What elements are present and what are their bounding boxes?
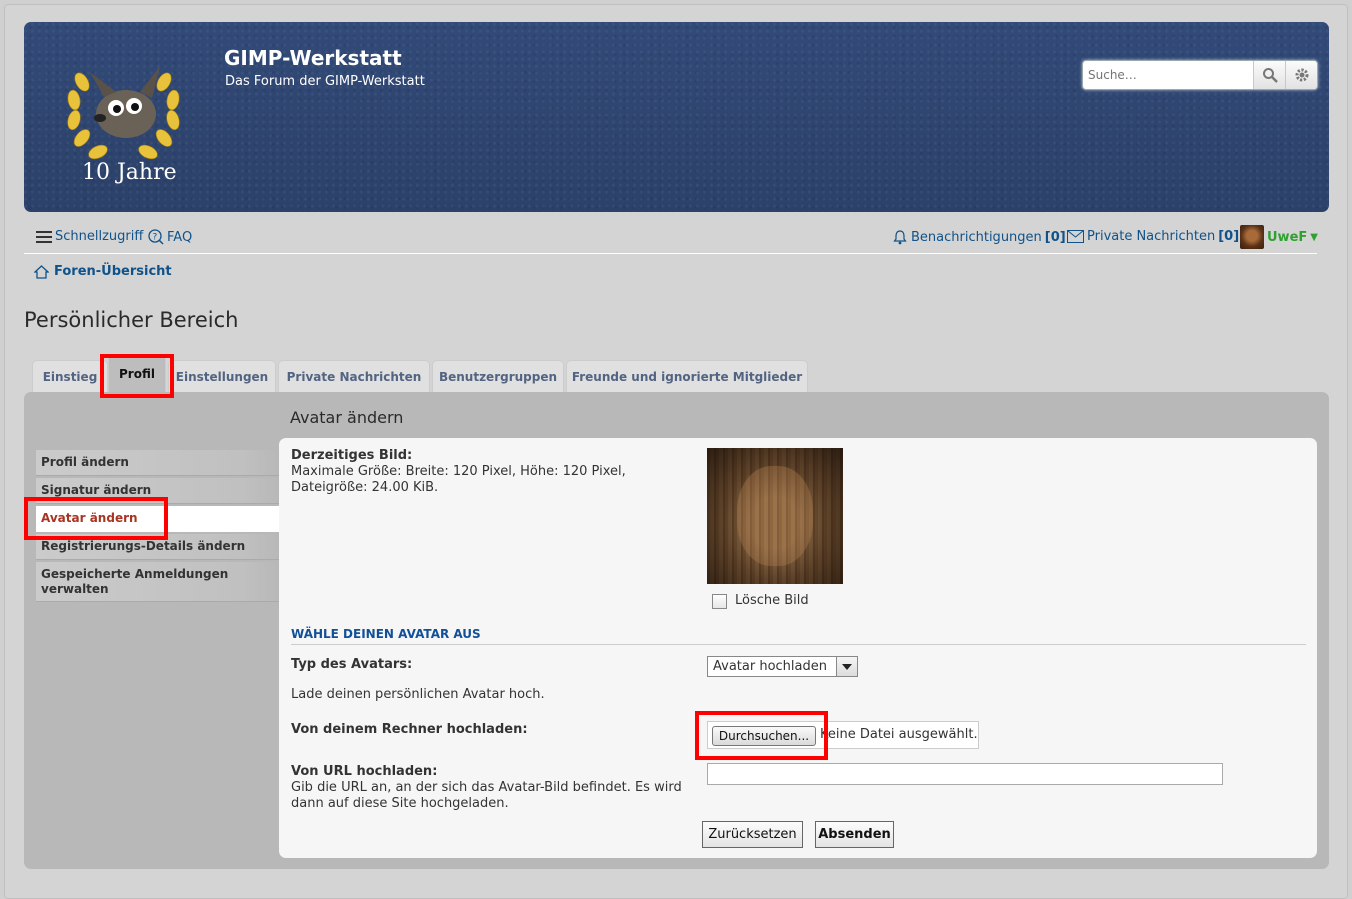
delete-avatar-label: Lösche Bild <box>735 593 809 608</box>
home-icon <box>34 264 49 279</box>
advanced-search-button[interactable] <box>1285 61 1317 89</box>
navbar: Schnellzugriff ? FAQ Benachrichtigungen … <box>24 222 1329 292</box>
tab-freunde[interactable]: Freunde und ignorierte Mitglieder <box>566 360 808 392</box>
delete-avatar-checkbox[interactable] <box>712 594 727 609</box>
browse-button[interactable]: Durchsuchen... <box>712 726 816 746</box>
tab-label: Freunde und ignorierte Mitglieder <box>571 369 803 384</box>
site-description: Das Forum der GIMP-Werkstatt <box>225 74 425 89</box>
breadcrumb: Foren-Übersicht <box>34 264 172 279</box>
tab-label: Profil <box>119 366 155 381</box>
quicklinks-menu[interactable]: Schnellzugriff <box>36 229 143 244</box>
sidebar-item-label: Signatur ändern <box>41 483 152 497</box>
chevron-down-icon <box>836 657 857 676</box>
notifications-label: Benachrichtigungen <box>911 229 1042 245</box>
url-upload-label: Von URL hochladen: <box>291 764 438 779</box>
avatar-type-select[interactable]: Avatar hochladen <box>707 656 858 677</box>
url-input[interactable] <box>707 763 1223 785</box>
tab-label: Einstieg <box>42 369 98 384</box>
private-messages-count: [0] <box>1218 229 1240 244</box>
avatar-type-label: Typ des Avatars: <box>291 657 413 672</box>
private-messages-label: Private Nachrichten <box>1087 229 1216 244</box>
faq-label: FAQ <box>167 229 193 245</box>
svg-text:?: ? <box>153 233 158 243</box>
avatar-face <box>737 466 813 566</box>
submit-button[interactable]: Absenden <box>815 821 894 848</box>
page-title: Persönlicher Bereich <box>24 308 239 332</box>
notifications-count: [0] <box>1044 229 1066 245</box>
username: UweF <box>1267 229 1308 245</box>
current-avatar-label: Derzeitiges Bild: <box>291 448 413 463</box>
tab-profil[interactable]: Profil <box>108 354 166 392</box>
caret-down-icon: ▼ <box>1310 231 1318 243</box>
site-title[interactable]: GIMP-Werkstatt <box>224 46 402 70</box>
tab-label: Benutzergruppen <box>438 369 558 384</box>
avatar-form: Derzeitiges Bild: Maximale Größe: Breite… <box>279 438 1317 858</box>
faq-link[interactable]: ? FAQ <box>148 229 192 245</box>
no-file-text: Keine Datei ausgewählt. <box>820 727 978 742</box>
sidebar-item-avatar[interactable]: Avatar ändern <box>36 506 279 532</box>
url-upload-hint: Gib die URL an, an der sich das Avatar-B… <box>291 780 682 811</box>
breadcrumb-index-link[interactable]: Foren-Übersicht <box>54 264 172 279</box>
avatar-type-value: Avatar hochladen <box>713 659 827 674</box>
avatar <box>1240 225 1264 249</box>
bell-icon <box>893 230 907 245</box>
sidebar-item-profil[interactable]: Profil ändern <box>36 450 279 476</box>
sidebar-item-registrierung[interactable]: Registrierungs-Details ändern <box>36 534 279 560</box>
file-upload-field: Durchsuchen... Keine Datei ausgewählt. <box>707 721 979 749</box>
sidebar-item-label: Profil ändern <box>41 455 129 469</box>
tab-benutzergruppen[interactable]: Benutzergruppen <box>432 360 564 392</box>
tab-einstellungen[interactable]: Einstellungen <box>168 360 276 392</box>
gear-icon <box>1295 68 1308 82</box>
navbar-top-row: Schnellzugriff ? FAQ Benachrichtigungen … <box>24 222 1318 254</box>
tab-private-nachrichten[interactable]: Private Nachrichten <box>278 360 430 392</box>
tab-label: Einstellungen <box>175 369 269 384</box>
upload-label: Von deinem Rechner hochladen: <box>291 722 528 737</box>
section-heading: Wähle deinen Avatar aus <box>291 627 1306 645</box>
user-menu[interactable]: UweF ▼ <box>1240 225 1318 249</box>
site-header: 10 Jahre GIMP-Werkstatt Das Forum der GI… <box>24 22 1329 212</box>
current-avatar-image <box>707 448 843 584</box>
quicklinks-label: Schnellzugriff <box>55 229 144 244</box>
sidebar-item-anmeldungen[interactable]: Gespeicherte Anmeldungen verwalten <box>36 562 279 602</box>
help-icon: ? <box>148 229 164 245</box>
search-icon <box>1262 68 1278 83</box>
search-box <box>1082 60 1318 90</box>
panel-title: Avatar ändern <box>290 408 404 427</box>
search-button[interactable] <box>1253 61 1285 89</box>
tab-einstieg[interactable]: Einstieg <box>32 360 108 392</box>
current-avatar-hint: Maximale Größe: Breite: 120 Pixel, Höhe:… <box>291 464 626 495</box>
sidebar-item-signatur[interactable]: Signatur ändern <box>36 478 279 504</box>
private-messages-link[interactable]: Private Nachrichten [0] <box>1067 229 1239 244</box>
logo-caption: 10 Jahre <box>82 160 177 185</box>
envelope-icon <box>1067 230 1084 243</box>
reset-button[interactable]: Zurücksetzen <box>702 821 803 848</box>
sidebar-item-label: Registrierungs-Details ändern <box>41 539 246 553</box>
upload-hint: Lade deinen persönlichen Avatar hoch. <box>291 687 545 702</box>
hamburger-icon <box>36 230 52 243</box>
sidebar-item-label: Avatar ändern <box>41 511 138 525</box>
search-input[interactable] <box>1083 61 1253 89</box>
notifications-link[interactable]: Benachrichtigungen [0] <box>892 229 1066 245</box>
sidebar-item-label: Gespeicherte Anmeldungen verwalten <box>41 567 229 596</box>
tab-label: Private Nachrichten <box>286 369 422 384</box>
